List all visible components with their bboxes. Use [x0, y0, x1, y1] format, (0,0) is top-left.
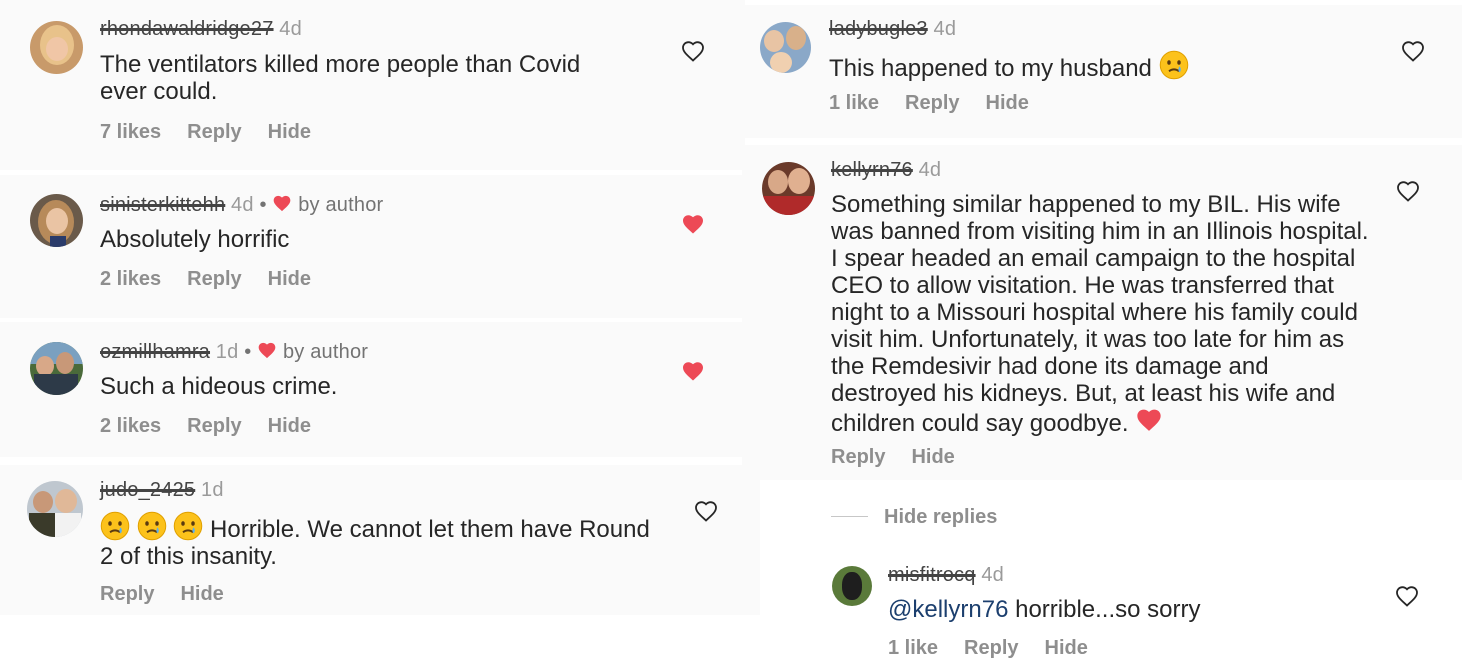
avatar[interactable]: [762, 162, 815, 215]
comment-username[interactable]: ozmillhamra 1d • by author: [100, 341, 368, 364]
hide-button[interactable]: Hide: [268, 268, 311, 290]
likes-count[interactable]: 1 like: [888, 637, 938, 659]
comment-username[interactable]: kellyrn76 4d: [831, 159, 941, 182]
avatar[interactable]: [832, 566, 872, 606]
comment-actions: 2 likes Reply Hide: [100, 415, 337, 438]
comment-text: Something similar happened to my BIL. Hi…: [831, 191, 1369, 437]
comment-text: Horrible. We cannot let them have Round …: [100, 511, 660, 570]
avatar[interactable]: [30, 342, 83, 395]
avatar[interactable]: [760, 22, 811, 73]
comment-username[interactable]: rhondawaldridge27 4d: [100, 18, 302, 41]
hide-button[interactable]: Hide: [180, 583, 223, 605]
reply-button[interactable]: Reply: [187, 121, 241, 143]
hide-button[interactable]: Hide: [268, 415, 311, 437]
red-heart-emoji-icon: [1137, 409, 1161, 431]
reply-button[interactable]: Reply: [187, 415, 241, 437]
crying-face-icon: [1158, 50, 1189, 80]
comment-actions: Reply Hide: [100, 583, 250, 606]
mention-link[interactable]: @kellyrn76: [888, 596, 1008, 623]
likes-count[interactable]: 2 likes: [100, 415, 161, 437]
avatar[interactable]: [27, 481, 83, 537]
comment-username[interactable]: judo_2425 1d: [100, 479, 224, 502]
like-heart-icon[interactable]: [1396, 180, 1420, 204]
like-heart-icon[interactable]: [681, 40, 705, 64]
comment-username[interactable]: misfitrocq 4d: [888, 564, 1004, 587]
like-heart-icon[interactable]: [1395, 585, 1419, 609]
hide-button[interactable]: Hide: [268, 121, 311, 143]
comment-username[interactable]: sinisterkittehh 4d • by author: [100, 194, 383, 217]
liked-heart-icon[interactable]: [681, 213, 705, 237]
hide-replies-button[interactable]: Hide replies: [884, 506, 997, 529]
liked-heart-icon[interactable]: [681, 360, 705, 384]
avatar[interactable]: [30, 21, 83, 74]
comment-actions: Reply Hide: [831, 446, 981, 469]
by-author-label: by author: [298, 194, 384, 216]
likes-count[interactable]: 1 like: [829, 92, 879, 114]
comment-username[interactable]: ladybugle3 4d: [829, 18, 956, 41]
likes-count[interactable]: 2 likes: [100, 268, 161, 290]
hide-button[interactable]: Hide: [986, 92, 1029, 114]
comment-text: Absolutely horrific: [100, 226, 290, 253]
like-heart-icon[interactable]: [694, 500, 718, 524]
crying-face-icon: [100, 511, 130, 541]
author-heart-icon: [258, 342, 276, 359]
comment-text: This happened to my husband: [829, 50, 1349, 82]
crying-face-icon: [173, 511, 204, 541]
avatar[interactable]: [30, 194, 83, 247]
reply-button[interactable]: Reply: [905, 92, 959, 114]
crying-face-icon: [136, 511, 167, 541]
replies-divider: [831, 516, 868, 517]
comment-text: @kellyrn76 horrible...so sorry: [888, 596, 1201, 623]
comment-actions: 1 like Reply Hide: [888, 637, 1114, 660]
like-heart-icon[interactable]: [1401, 40, 1425, 64]
likes-count[interactable]: 7 likes: [100, 121, 161, 143]
comment-actions: 7 likes Reply Hide: [100, 121, 337, 144]
comment-actions: 2 likes Reply Hide: [100, 268, 337, 291]
hide-button[interactable]: Hide: [1045, 637, 1088, 659]
comment-actions: 1 like Reply Hide: [829, 92, 1055, 115]
reply-button[interactable]: Reply: [964, 637, 1018, 659]
author-heart-icon: [274, 195, 291, 212]
reply-button[interactable]: Reply: [187, 268, 241, 290]
reply-button[interactable]: Reply: [831, 446, 885, 468]
comment-text: The ventilators killed more people than …: [100, 51, 581, 105]
comment-text: Such a hideous crime.: [100, 373, 338, 400]
hide-button[interactable]: Hide: [911, 446, 954, 468]
reply-button[interactable]: Reply: [100, 583, 154, 605]
by-author-label: by author: [282, 341, 369, 363]
